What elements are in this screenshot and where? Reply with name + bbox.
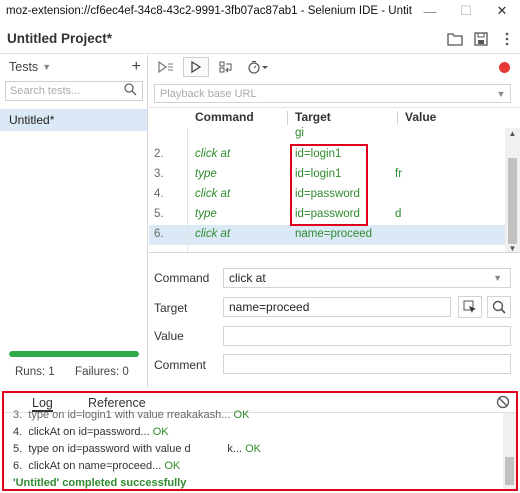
save-project-icon[interactable] xyxy=(468,26,494,52)
row-value: d xyxy=(395,208,402,220)
value-label: Value xyxy=(154,329,184,343)
row-value: fr xyxy=(395,168,403,180)
target-label: Target xyxy=(154,301,188,315)
row-command: click at xyxy=(195,228,231,240)
row-command: type xyxy=(195,168,217,180)
open-project-icon[interactable] xyxy=(442,26,468,52)
command-table: Command Target Value gi 2. click at id=l… xyxy=(149,107,520,253)
log-line: 5. type on id=password with value d k...… xyxy=(13,443,261,455)
tests-header: Tests ▼ + xyxy=(0,55,147,79)
runs-count: Runs: 1 xyxy=(15,366,55,378)
run-progress-bar xyxy=(9,351,139,357)
run-current-test-icon[interactable] xyxy=(183,57,209,77)
log-num: 4. xyxy=(13,426,23,438)
row-target: gi xyxy=(295,127,304,139)
more-options-icon[interactable] xyxy=(494,26,520,52)
table-scrollbar[interactable]: ▲ ▼ xyxy=(505,128,520,252)
test-item-untitled[interactable]: Untitled* xyxy=(0,109,147,131)
log-line: 4. clickAt on id=password... OK xyxy=(13,426,169,438)
row-command: click at xyxy=(195,188,231,200)
clear-log-icon[interactable] xyxy=(496,395,510,412)
log-line: 6. clickAt on name=proceed... OK xyxy=(13,460,180,472)
command-value: click at xyxy=(229,271,266,285)
row-number: 3. xyxy=(154,168,164,180)
row-number: 6. xyxy=(154,228,164,240)
comment-label: Comment xyxy=(154,358,207,372)
chevron-down-icon[interactable]: ▼ xyxy=(42,62,51,72)
value-input[interactable] xyxy=(223,326,511,346)
add-test-button[interactable]: + xyxy=(132,58,141,76)
failures-count: Failures: 0 xyxy=(75,366,129,378)
target-highlight-box xyxy=(290,144,368,226)
scroll-down-icon[interactable]: ▼ xyxy=(505,244,520,252)
tests-dropdown[interactable]: Tests xyxy=(9,60,38,74)
log-text: clickAt on id=password... xyxy=(28,426,150,438)
chevron-down-icon[interactable]: ▼ xyxy=(493,273,502,283)
chevron-down-icon[interactable]: ▼ xyxy=(492,89,510,99)
log-text: type on id=login1 with value rreakakash.… xyxy=(28,409,231,421)
log-num: 5. xyxy=(13,443,23,455)
minimize-button[interactable]: — xyxy=(412,0,448,22)
tests-panel: Tests ▼ + Untitled* Runs: 1 Failures: 0 xyxy=(0,55,148,387)
log-line: 3. type on id=login1 with value rreakaka… xyxy=(13,409,249,421)
log-scrollbar[interactable] xyxy=(503,413,516,489)
column-separator xyxy=(397,111,398,125)
target-value: name=proceed xyxy=(229,300,310,314)
select-target-icon xyxy=(463,300,476,313)
run-progress-fill xyxy=(9,351,139,357)
speed-timer-icon[interactable] xyxy=(243,57,273,77)
command-label: Command xyxy=(154,271,210,285)
log-num: 3. xyxy=(13,409,23,421)
window-title: moz-extension://cf6ec4ef-34c8-43c2-9991-… xyxy=(6,5,412,17)
scrollbar-thumb[interactable] xyxy=(508,158,517,244)
log-num: 6. xyxy=(13,460,23,472)
playback-toolbar xyxy=(149,55,520,79)
maximize-button[interactable]: ☐ xyxy=(448,0,484,22)
row-number: 5. xyxy=(154,208,164,220)
row-target: name=proceed xyxy=(295,228,373,240)
row-number: 2. xyxy=(154,148,164,160)
base-url-input[interactable] xyxy=(155,87,492,100)
run-stats: Runs: 1 Failures: 0 xyxy=(15,366,129,378)
log-ok: OK xyxy=(152,426,169,438)
log-ok: OK xyxy=(233,409,250,421)
search-tests-input[interactable] xyxy=(6,85,122,97)
run-all-tests-icon[interactable] xyxy=(153,57,179,77)
tab-reference[interactable]: Reference xyxy=(88,396,146,410)
record-button[interactable] xyxy=(499,62,510,73)
base-url-dropdown[interactable]: ▼ xyxy=(154,84,511,103)
search-tests-box xyxy=(5,81,143,101)
scroll-up-icon[interactable]: ▲ xyxy=(505,129,520,138)
column-header-target: Target xyxy=(295,110,331,124)
log-text: type on id=password with value d k... xyxy=(28,443,243,455)
row-command: click at xyxy=(195,148,231,160)
select-target-button[interactable] xyxy=(458,296,482,318)
search-icon xyxy=(492,300,506,314)
table-row-selected[interactable]: 6. click at name=proceed xyxy=(149,225,505,245)
command-select[interactable]: click at ▼ xyxy=(223,268,511,288)
log-completed-message: 'Untitled' completed successfully xyxy=(13,477,187,489)
table-row-partial[interactable]: gi xyxy=(149,126,505,142)
comment-input[interactable] xyxy=(223,354,511,374)
search-icon[interactable] xyxy=(124,83,137,99)
log-scrollbar-thumb[interactable] xyxy=(505,457,514,485)
column-header-command: Command xyxy=(195,110,254,124)
log-panel: Log Reference 3. type on id=login1 with … xyxy=(2,391,518,491)
target-input[interactable]: name=proceed xyxy=(223,297,451,317)
project-name[interactable]: Untitled Project* xyxy=(0,31,442,46)
row-number: 4. xyxy=(154,188,164,200)
project-header: Untitled Project* xyxy=(0,24,520,54)
window-titlebar: moz-extension://cf6ec4ef-34c8-43c2-9991-… xyxy=(0,0,520,22)
column-header-value: Value xyxy=(405,110,437,124)
log-ok: OK xyxy=(164,460,181,472)
step-over-icon[interactable] xyxy=(213,57,239,77)
log-text: clickAt on name=proceed... xyxy=(28,460,162,472)
row-command: type xyxy=(195,208,217,220)
column-divider xyxy=(187,128,188,252)
column-separator xyxy=(287,111,288,125)
log-ok: OK xyxy=(245,443,261,455)
close-button[interactable]: ✕ xyxy=(484,0,520,22)
find-target-button[interactable] xyxy=(487,296,511,318)
